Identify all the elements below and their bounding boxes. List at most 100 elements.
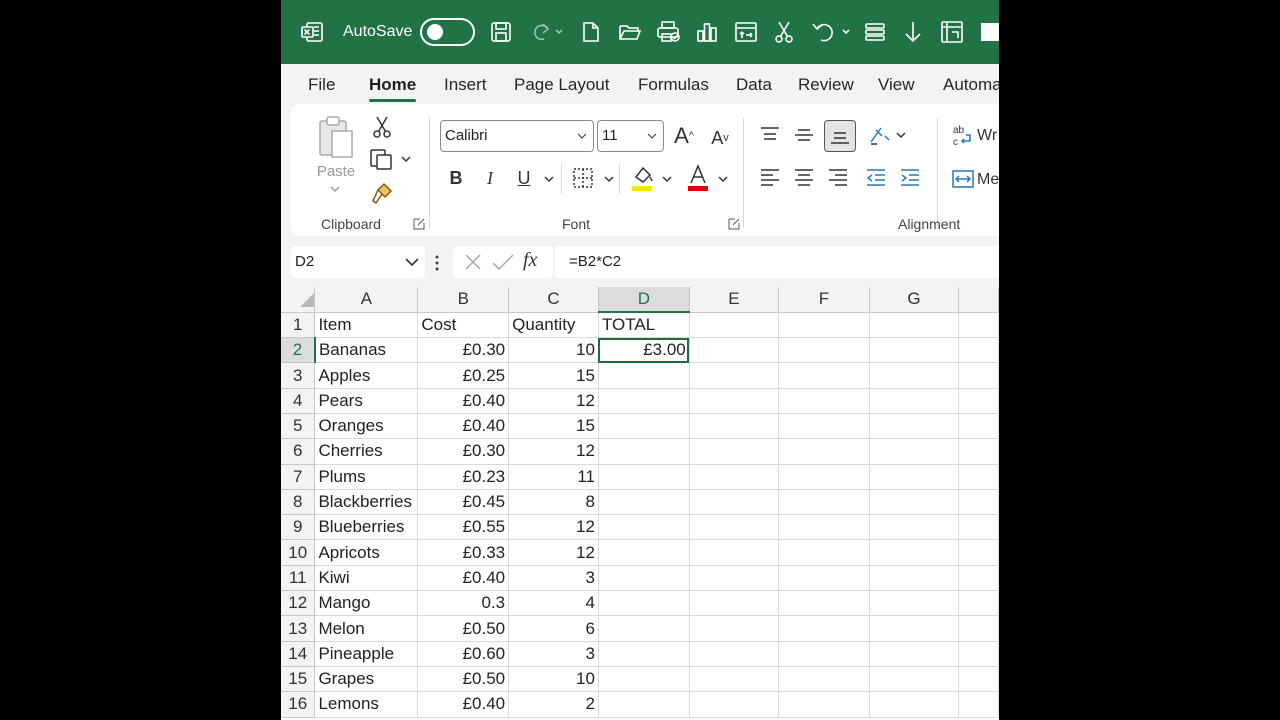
cell-b11[interactable]: £0.40 xyxy=(417,565,510,592)
tab-formulas[interactable]: Formulas xyxy=(638,74,709,96)
cell-d9[interactable] xyxy=(598,514,690,541)
row-header-14[interactable]: 14 xyxy=(281,641,316,667)
cell-f6[interactable] xyxy=(778,438,870,465)
cell-d5[interactable] xyxy=(598,413,690,440)
cell-overflow[interactable] xyxy=(958,464,999,490)
row-header-10[interactable]: 10 xyxy=(281,539,316,566)
copy-icon[interactable] xyxy=(369,146,415,172)
autosave-toggle[interactable] xyxy=(420,18,475,46)
cell-d7[interactable] xyxy=(598,464,690,490)
cell-c12[interactable]: 4 xyxy=(508,590,599,617)
cell-c15[interactable]: 10 xyxy=(508,666,599,693)
cell-b4[interactable]: £0.40 xyxy=(417,388,510,414)
tab-review[interactable]: Review xyxy=(798,74,854,96)
cell-b10[interactable]: £0.33 xyxy=(417,539,510,566)
column-header-a[interactable]: A xyxy=(314,287,419,313)
cell-overflow[interactable] xyxy=(958,388,999,414)
cell-e3[interactable] xyxy=(689,362,780,389)
cell-d16[interactable] xyxy=(598,691,690,718)
align-middle-icon[interactable] xyxy=(791,122,817,148)
column-header-b[interactable]: B xyxy=(417,287,510,313)
column-header-f[interactable]: F xyxy=(778,287,870,313)
cell-d1[interactable]: TOTAL xyxy=(598,312,690,339)
wrap-text-icon[interactable]: ab c xyxy=(951,122,975,148)
cell-a8[interactable]: Blackberries xyxy=(314,489,419,516)
more-icon[interactable] xyxy=(981,16,999,48)
increase-indent-icon[interactable] xyxy=(897,164,923,190)
cell-b5[interactable]: £0.40 xyxy=(417,413,510,440)
cell-c1[interactable]: Quantity xyxy=(508,312,599,339)
cell-e10[interactable] xyxy=(689,539,780,566)
orientation-icon[interactable] xyxy=(867,122,893,148)
cell-e15[interactable] xyxy=(689,666,780,693)
cell-a12[interactable]: Mango xyxy=(314,590,419,617)
row-header-4[interactable]: 4 xyxy=(281,388,316,414)
cell-f12[interactable] xyxy=(778,590,870,617)
cell-d10[interactable] xyxy=(598,539,690,566)
cell-f8[interactable] xyxy=(778,489,870,516)
font-color-icon[interactable] xyxy=(685,162,711,194)
cell-e4[interactable] xyxy=(689,388,780,414)
cell-c11[interactable]: 3 xyxy=(508,565,599,592)
cell-a14[interactable]: Pineapple xyxy=(314,641,419,667)
cell-b9[interactable]: £0.55 xyxy=(417,514,510,541)
row-header-15[interactable]: 15 xyxy=(281,666,316,693)
cell-g6[interactable] xyxy=(869,438,960,465)
cell-d13[interactable] xyxy=(598,615,690,642)
cell-g4[interactable] xyxy=(869,388,960,414)
cell-g9[interactable] xyxy=(869,514,960,541)
enter-check-icon[interactable] xyxy=(491,252,515,277)
font-size-select[interactable]: 11 xyxy=(597,120,664,152)
cell-a7[interactable]: Plums xyxy=(314,464,419,490)
fill-color-chevron-down-icon[interactable] xyxy=(661,174,673,184)
cell-d12[interactable] xyxy=(598,590,690,617)
cell-c2[interactable]: 10 xyxy=(508,337,599,364)
fill-color-icon[interactable] xyxy=(629,162,655,194)
tab-data[interactable]: Data xyxy=(736,74,772,96)
column-header-e[interactable]: E xyxy=(689,287,780,313)
cell-g16[interactable] xyxy=(869,691,960,718)
cell-b6[interactable]: £0.30 xyxy=(417,438,510,465)
freeze-panes-icon[interactable] xyxy=(939,16,965,48)
align-right-icon[interactable] xyxy=(825,164,851,190)
bold-icon[interactable]: B xyxy=(445,164,467,192)
cell-b8[interactable]: £0.45 xyxy=(417,489,510,516)
cell-c6[interactable]: 12 xyxy=(508,438,599,465)
row-header-1[interactable]: 1 xyxy=(281,312,316,339)
cell-a6[interactable]: Cherries xyxy=(314,438,419,465)
orientation-chevron-down-icon[interactable] xyxy=(895,130,907,140)
cell-g11[interactable] xyxy=(869,565,960,592)
tab-page-layout[interactable]: Page Layout xyxy=(514,74,609,96)
row-header-11[interactable]: 11 xyxy=(281,565,316,592)
column-header-overflow[interactable] xyxy=(958,287,999,313)
cell-a16[interactable]: Lemons xyxy=(314,691,419,718)
align-center-icon[interactable] xyxy=(791,164,817,190)
cell-f9[interactable] xyxy=(778,514,870,541)
cell-c8[interactable]: 8 xyxy=(508,489,599,516)
cell-a4[interactable]: Pears xyxy=(314,388,419,414)
row-header-9[interactable]: 9 xyxy=(281,514,316,541)
cell-g5[interactable] xyxy=(869,413,960,440)
cell-c7[interactable]: 11 xyxy=(508,464,599,490)
font-name-select[interactable]: Calibri xyxy=(440,120,594,152)
cell-d4[interactable] xyxy=(598,388,690,414)
cell-overflow[interactable] xyxy=(958,489,999,516)
pivot-table-icon[interactable] xyxy=(733,16,759,48)
cell-e6[interactable] xyxy=(689,438,780,465)
italic-icon[interactable]: I xyxy=(479,164,501,192)
align-bottom-icon[interactable] xyxy=(824,120,856,152)
row-header-7[interactable]: 7 xyxy=(281,464,316,490)
merge-center-label[interactable]: Me xyxy=(977,168,999,192)
cell-overflow[interactable] xyxy=(958,641,999,667)
open-folder-icon[interactable] xyxy=(617,16,643,48)
redo-icon[interactable] xyxy=(527,16,567,48)
print-preview-icon[interactable] xyxy=(655,16,683,48)
cell-a9[interactable]: Blueberries xyxy=(314,514,419,541)
cell-e2[interactable] xyxy=(689,337,780,364)
row-header-12[interactable]: 12 xyxy=(281,590,316,617)
cell-a1[interactable]: Item xyxy=(314,312,419,339)
cell-g3[interactable] xyxy=(869,362,960,389)
tab-view[interactable]: View xyxy=(878,74,915,96)
cell-overflow[interactable] xyxy=(958,337,999,364)
cell-overflow[interactable] xyxy=(958,590,999,617)
